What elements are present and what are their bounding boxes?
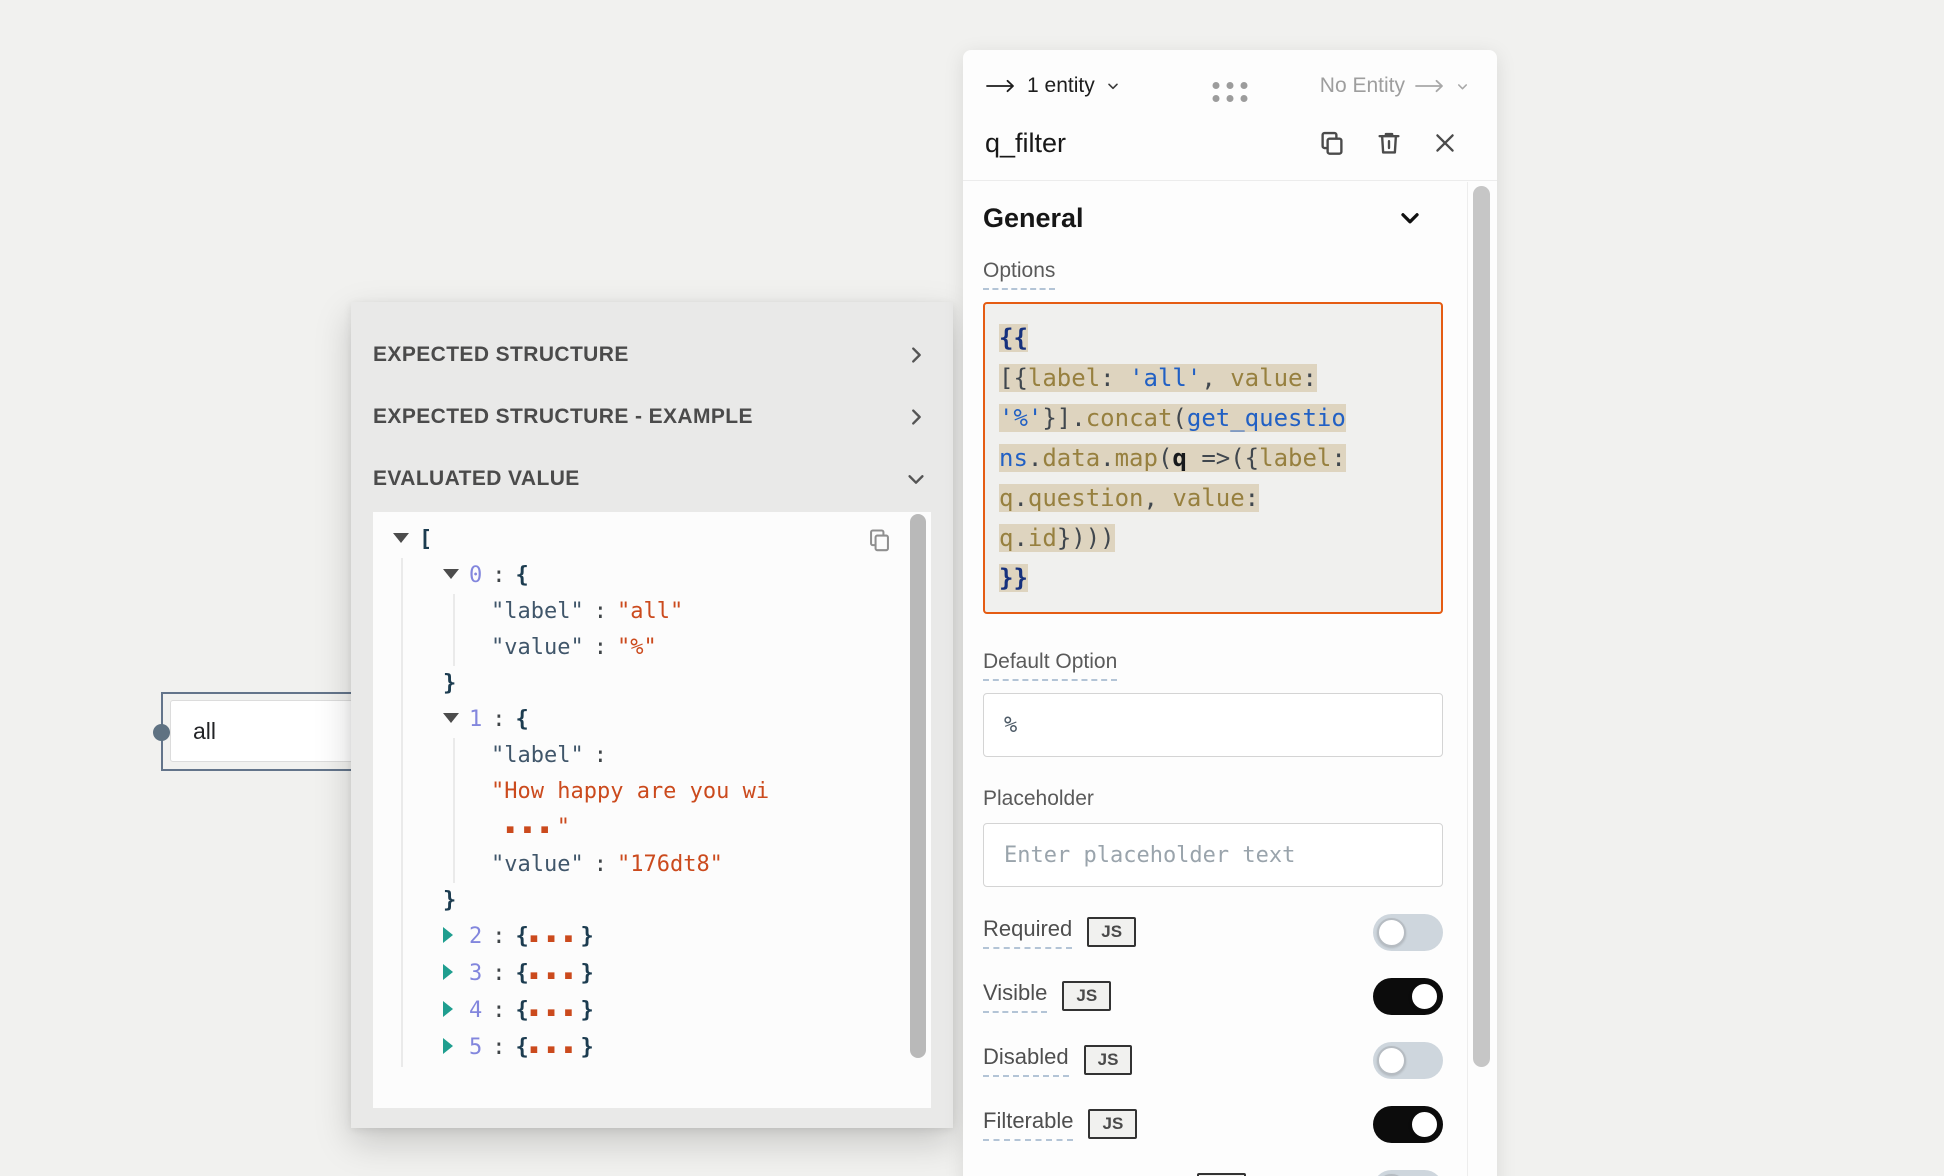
chevron-down-icon: [1397, 205, 1423, 231]
json-item-row: 0:{: [443, 558, 917, 594]
chevron-down-icon: [905, 468, 927, 490]
collapsed-ellipsis[interactable]: ▪▪▪: [529, 928, 581, 948]
options-label: Options: [983, 259, 1055, 290]
json-root-row: [: [393, 522, 917, 558]
binding-expression: {{ [{label: 'all', value: '%'}].concat(g…: [999, 324, 1346, 592]
server-side-filtering-toggle[interactable]: [1373, 1170, 1443, 1176]
widget-name[interactable]: q_filter: [985, 128, 1317, 159]
triangle-collapsed-icon[interactable]: [443, 1030, 469, 1066]
required-toggle-row: Required JS: [983, 913, 1443, 951]
json-string-wrap-line: "How happy are you wi: [491, 774, 917, 810]
collapsed-ellipsis[interactable]: ▪▪▪: [529, 1039, 581, 1059]
widget-resize-handle[interactable]: [153, 724, 170, 741]
json-bracket: [: [419, 527, 432, 552]
expected-structure-section[interactable]: EXPECTED STRUCTURE: [373, 324, 931, 386]
triangle-collapsed-icon[interactable]: [443, 956, 469, 992]
default-option-input[interactable]: [983, 693, 1443, 757]
tree-scrollbar-thumb[interactable]: [910, 514, 926, 1058]
pane-drag-handle-icon[interactable]: [1213, 82, 1248, 102]
json-entry-row: "value":"%": [491, 630, 917, 666]
required-toggle[interactable]: [1373, 914, 1443, 951]
json-entry-row: "label":"all": [491, 594, 917, 630]
incoming-entities-dropdown[interactable]: 1 entity: [985, 74, 1121, 98]
disabled-label: Disabled: [983, 1044, 1069, 1077]
json-item-row-collapsed: 4:{▪▪▪}: [443, 993, 917, 1030]
outgoing-entities-label: No Entity: [1320, 74, 1405, 98]
copy-icon[interactable]: [1317, 128, 1347, 158]
copy-icon[interactable]: [866, 526, 893, 553]
close-icon[interactable]: [1431, 129, 1459, 157]
expected-structure-example-section[interactable]: EXPECTED STRUCTURE - EXAMPLE: [373, 386, 931, 448]
json-item-row: 1:{: [443, 702, 917, 738]
section-title: EXPECTED STRUCTURE - EXAMPLE: [373, 405, 753, 429]
filterable-js-badge[interactable]: JS: [1088, 1109, 1137, 1139]
widget-title-row: q_filter: [963, 108, 1497, 168]
filterable-label: Filterable: [983, 1108, 1073, 1141]
section-title: EVALUATED VALUE: [373, 467, 580, 491]
required-js-badge[interactable]: JS: [1087, 917, 1136, 947]
json-close-row: }: [443, 666, 917, 702]
long-arrow-right-icon: [1414, 78, 1446, 94]
collapsed-ellipsis[interactable]: ▪▪▪: [529, 1002, 581, 1022]
triangle-expanded-icon[interactable]: [443, 702, 469, 738]
server-side-filtering-toggle-row: Server Side Filtering JS: [983, 1169, 1443, 1176]
section-title: EXPECTED STRUCTURE: [373, 343, 629, 367]
required-label: Required: [983, 916, 1072, 949]
visible-label: Visible: [983, 980, 1047, 1013]
chevron-down-icon: [1455, 79, 1470, 94]
evaluated-value-json-tree: [ 0:{ "label":"all" "value":"%" } 1:{ "l…: [373, 512, 931, 1108]
json-item-row-collapsed: 3:{▪▪▪}: [443, 956, 917, 993]
disabled-toggle-row: Disabled JS: [983, 1041, 1443, 1079]
json-entry-row: "value":"176dt8": [491, 847, 917, 883]
select-widget-value: all: [193, 718, 216, 745]
visible-js-badge[interactable]: JS: [1062, 981, 1111, 1011]
trash-icon[interactable]: [1374, 128, 1404, 158]
binding-help-popup: EXPECTED STRUCTURE EXPECTED STRUCTURE - …: [351, 302, 953, 1128]
property-pane: 1 entity No Entity q_filter: [963, 50, 1497, 1176]
divider: [963, 180, 1497, 181]
triangle-expanded-icon[interactable]: [443, 558, 469, 594]
placeholder-label: Placeholder: [983, 787, 1094, 811]
panel-scrollbar-thumb[interactable]: [1473, 186, 1490, 1067]
options-code-editor[interactable]: {{ [{label: 'all', value: '%'}].concat(g…: [983, 302, 1443, 614]
string-ellipsis[interactable]: ▪▪▪: [505, 819, 557, 839]
collapsed-ellipsis[interactable]: ▪▪▪: [529, 965, 581, 985]
evaluated-value-section[interactable]: EVALUATED VALUE: [373, 448, 931, 510]
placeholder-input[interactable]: [983, 823, 1443, 887]
incoming-entities-label: 1 entity: [1027, 74, 1095, 98]
json-item-row-collapsed: 2:{▪▪▪}: [443, 919, 917, 956]
outgoing-entities-dropdown[interactable]: No Entity: [1320, 74, 1470, 98]
chevron-down-icon: [1105, 78, 1121, 94]
disabled-toggle[interactable]: [1373, 1042, 1443, 1079]
long-arrow-right-icon: [985, 78, 1017, 94]
triangle-expanded-icon[interactable]: [393, 522, 419, 558]
chevron-right-icon: [905, 406, 927, 428]
entity-navigation-row: 1 entity No Entity: [963, 50, 1497, 108]
json-string-wrap-line: ▪▪▪": [491, 810, 917, 847]
json-close-row: }: [443, 883, 917, 919]
filterable-toggle-row: Filterable JS: [983, 1105, 1443, 1143]
visible-toggle-row: Visible JS: [983, 977, 1443, 1015]
json-item-row-collapsed: 5:{▪▪▪}: [443, 1030, 917, 1067]
triangle-collapsed-icon[interactable]: [443, 919, 469, 955]
default-option-label: Default Option: [983, 650, 1117, 681]
visible-toggle[interactable]: [1373, 978, 1443, 1015]
general-section-header[interactable]: General: [983, 193, 1443, 243]
section-title: General: [983, 203, 1084, 234]
server-side-filtering-label: Server Side Filtering: [983, 1172, 1182, 1176]
json-entry-row: "label":: [491, 738, 917, 774]
triangle-collapsed-icon[interactable]: [443, 993, 469, 1029]
filterable-toggle[interactable]: [1373, 1106, 1443, 1143]
chevron-right-icon: [905, 344, 927, 366]
disabled-js-badge[interactable]: JS: [1084, 1045, 1133, 1075]
